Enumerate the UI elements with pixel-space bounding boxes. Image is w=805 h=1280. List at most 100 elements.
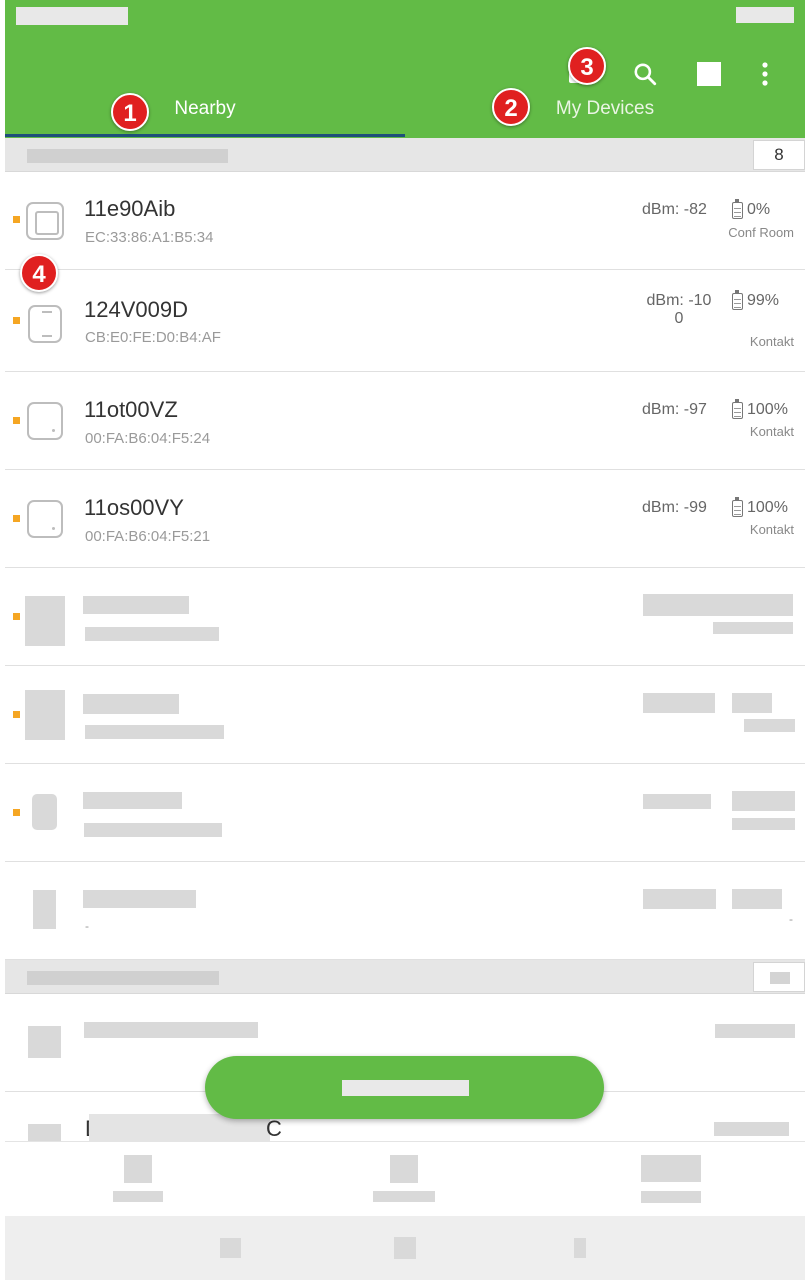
section-header-redacted [5,960,805,994]
floating-action-button[interactable] [205,1056,604,1119]
device-row-redacted[interactable] [5,666,805,764]
tab-my-devices[interactable]: My Devices [405,98,805,126]
device-row[interactable]: 124V009D CB:E0:FE:D0:B4:AF dBm: -10 0 99… [5,270,805,372]
device-name: 11ot00VZ [84,397,178,422]
status-dot [13,711,20,718]
tab-nearby-label: Nearby [174,98,236,119]
section-count-redacted [770,972,790,984]
device-signal-redacted [714,1122,789,1136]
search-icon [634,63,657,86]
device-signal-redacted [715,1024,795,1038]
bottom-nav-label-2-redacted [373,1191,435,1202]
device-row-redacted[interactable] [5,764,805,862]
tab-my-devices-label: My Devices [555,98,655,119]
status-dot [13,809,20,816]
device-name-redacted [84,1022,258,1038]
device-tag-redacted [732,818,795,830]
device-mac: 00:FA:B6:04:F5:24 [85,430,211,447]
device-tag-fragment: - [789,912,793,926]
device-signal-line1: dBm: -10 [646,292,712,309]
bottom-nav-icon-2[interactable] [390,1155,418,1183]
system-back-button[interactable] [220,1238,241,1258]
status-bar-left-redacted [16,7,128,25]
device-mac: CB:E0:FE:D0:B4:AF [85,329,221,346]
device-signal-redacted [643,794,711,809]
section-header-nearby: 8 [5,138,805,172]
battery-level: 100% [747,401,788,418]
device-name-redacted [83,890,196,908]
bottom-navigation [5,1141,805,1216]
status-dot [13,417,20,424]
app-frame: Nearby My Devices 1 2 8 11e90Aib EC:33:8… [5,0,805,1280]
battery-level: 100% [747,499,788,516]
device-mac: EC:33:86:A1:B5:34 [85,229,214,246]
device-signal: dBm: -10 0 [642,292,716,328]
device-name-redacted [83,694,179,714]
status-dot [13,317,20,324]
annotation-marker-4: 4 [20,254,58,292]
battery-icon [732,198,743,219]
device-name-redacted [83,596,189,614]
device-row[interactable]: 11os00VY 00:FA:B6:04:F5:21 dBm: -99 100%… [5,470,805,568]
device-row-redacted[interactable] [5,568,805,666]
fab-label-redacted [342,1080,469,1096]
device-tag-redacted [713,622,793,634]
system-recents-button[interactable] [574,1238,586,1258]
section-title-redacted [27,971,219,985]
device-icon-redacted [33,890,56,929]
annotation-marker-3: 3 [568,47,606,85]
overflow-menu-button[interactable] [747,56,783,92]
tab-nearby[interactable]: Nearby [5,98,405,126]
battery-level: 0% [747,201,771,218]
device-battery-redacted [732,889,782,909]
bottom-nav-icon-1[interactable] [124,1155,152,1183]
device-mac-fragment: - [85,919,89,933]
bottom-nav-label-3-redacted [641,1191,701,1203]
device-name-redacted [83,792,182,809]
device-signal: dBm: -99 [642,499,707,516]
device-row[interactable]: 11e90Aib EC:33:86:A1:B5:34 dBm: -82 0% C… [5,172,805,270]
device-name: 11os00VY [84,495,184,520]
device-mac: 00:FA:B6:04:F5:21 [85,528,211,545]
device-name: 124V009D [84,297,188,322]
toolbar-action-button[interactable] [691,56,727,92]
device-icon-redacted [28,1026,61,1058]
status-bar-right-redacted [736,7,794,23]
device-signal: dBm: -97 [642,401,707,418]
beacon-icon [27,402,63,440]
device-signal-line2: 0 [674,310,684,327]
nearby-count-badge: 8 [753,140,805,170]
active-tab-indicator [5,134,405,137]
device-battery-redacted [732,693,772,713]
status-dot [13,216,20,223]
device-battery: 0% [732,198,771,219]
device-mac-redacted [85,725,224,739]
device-mac-redacted [85,627,219,641]
device-tag: Kontakt [749,424,794,439]
device-row-redacted[interactable]: - - [5,862,805,960]
device-icon-redacted [32,794,57,830]
annotation-marker-2: 2 [492,88,530,126]
section-title-redacted [27,149,228,163]
beacon-icon [28,305,62,343]
device-battery: 100% [732,398,788,419]
device-tag-redacted [744,719,795,732]
device-signal-redacted [643,693,715,713]
square-icon [697,62,721,86]
battery-level: 99% [747,292,780,309]
device-row[interactable]: 11ot00VZ 00:FA:B6:04:F5:24 dBm: -97 100%… [5,372,805,470]
device-icon-redacted [28,1124,61,1141]
more-vert-icon [762,62,768,86]
device-icon-redacted [25,690,65,740]
device-tag: Kontakt [749,334,794,349]
system-home-button[interactable] [394,1237,416,1259]
device-name: 11e90Aib [84,196,176,221]
bottom-nav-icon-3[interactable] [641,1155,701,1182]
device-battery: 100% [732,496,788,517]
device-tag: Conf Room [728,225,794,240]
beacon-icon [26,202,64,240]
device-mac-redacted [84,823,222,837]
device-icon-redacted [25,596,65,646]
section-count-badge-redacted [753,962,805,992]
search-button[interactable] [627,56,663,92]
